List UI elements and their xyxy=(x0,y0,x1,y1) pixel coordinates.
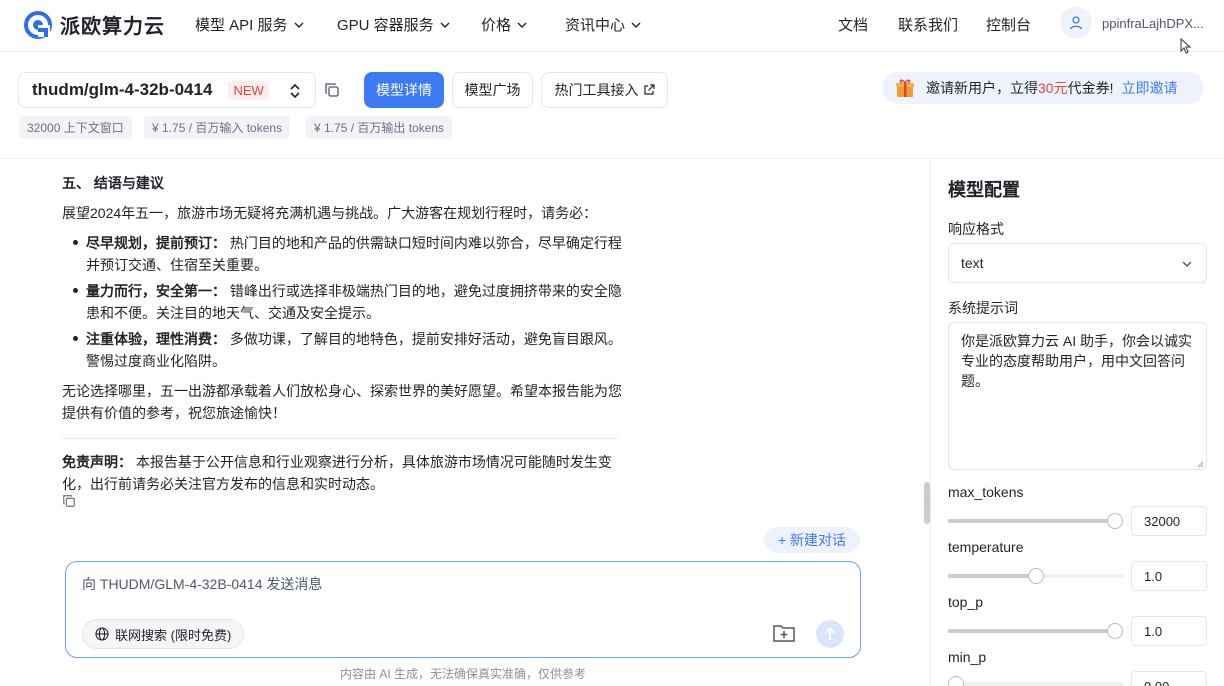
divider xyxy=(62,438,618,439)
model-selector[interactable]: thudm/glm-4-32b-0414 NEW xyxy=(18,72,316,108)
resize-handle-icon[interactable] xyxy=(1197,461,1204,468)
nav-item-label: 资讯中心 xyxy=(565,17,626,34)
slider-thumb[interactable] xyxy=(1027,568,1044,584)
model-detail-button[interactable]: 模型详情 xyxy=(364,72,444,108)
message-paragraph: 展望2024年五一，旅游市场无疑将充满机遇与挑战。广大游客在规划行程时，请务必： xyxy=(62,205,598,221)
copy-icon[interactable] xyxy=(324,82,340,98)
nav-console-link[interactable]: 控制台 xyxy=(986,14,1031,35)
response-format-label: 响应格式 xyxy=(948,221,1004,237)
slider-thumb[interactable] xyxy=(1107,513,1123,529)
panel-title: 模型配置 xyxy=(948,180,1020,200)
top-p-input[interactable]: 1.0 xyxy=(1131,616,1207,646)
brand-name: 派欧算力云 xyxy=(60,16,165,38)
slider-fill xyxy=(948,629,1115,633)
nav-docs-link[interactable]: 文档 xyxy=(838,14,868,35)
min-p-input[interactable]: 0.00 xyxy=(1131,671,1207,686)
min-p-label: min_p xyxy=(948,649,987,665)
slider-fill xyxy=(948,519,1115,523)
model-config-panel: 模型配置 响应格式 text 系统提示词 你是派欧算力云 AI 助手，你会以诚实… xyxy=(930,160,1224,686)
slider-fill xyxy=(948,574,1036,578)
brand-logo[interactable]: 派欧算力云 xyxy=(24,10,165,39)
temperature-input[interactable]: 1.0 xyxy=(1131,561,1207,591)
user-menu[interactable]: ppinfraLajhDPX... xyxy=(1060,7,1204,39)
list-item-title: 尽早规划，提前预订： xyxy=(86,235,226,251)
user-icon xyxy=(1069,16,1083,30)
message-input-box[interactable]: 向 THUDM/GLM-4-32B-0414 发送消息 联网搜索 (限时免费) xyxy=(65,561,861,658)
web-search-toggle[interactable]: 联网搜索 (限时免费) xyxy=(82,619,245,649)
context-window-chip: 32000 上下文窗口 xyxy=(19,116,132,139)
response-format-select[interactable]: text xyxy=(948,243,1207,283)
invite-link[interactable]: 立即邀请 xyxy=(1121,78,1177,98)
top-p-label: top_p xyxy=(948,594,984,610)
globe-icon xyxy=(95,627,109,641)
list-item: 注重体验，理性消费： 多做功课，了解目的地特色，提前安排好活动，避免盲目跟风。警… xyxy=(73,328,622,372)
message-paragraph: 无论选择哪里，五一出游都承载着人们放松身心、探索世界的美好愿望。希望本报告能为您… xyxy=(62,383,622,421)
response-format-value: text xyxy=(961,255,984,271)
nav-item-label: GPU 容器服务 xyxy=(337,17,434,34)
chevron-down-icon xyxy=(631,22,641,28)
top-navigation: 派欧算力云 模型 API 服务 GPU 容器服务 价格 资讯中心 文档 联系我们… xyxy=(0,0,1224,54)
nav-item-label: 模型 API 服务 xyxy=(195,17,288,34)
invite-amount: 30元 xyxy=(1038,80,1068,96)
nav-item-pricing[interactable]: 价格 xyxy=(481,14,527,35)
external-link-icon xyxy=(643,84,655,95)
temperature-label: temperature xyxy=(948,539,1024,555)
list-item-title: 量力而行，安全第一： xyxy=(86,283,226,299)
message-input-placeholder[interactable]: 向 THUDM/GLM-4-32B-0414 发送消息 xyxy=(82,574,322,594)
gift-icon xyxy=(896,79,914,97)
tools-integration-label: 热门工具接入 xyxy=(554,82,639,98)
model-toolbar: thudm/glm-4-32b-0414 NEW 模型详情 模型广场 热门工具接… xyxy=(0,53,1224,159)
ai-disclaimer-footer: 内容由 AI 生成，无法确保真实准确，仅供参考 xyxy=(340,667,587,681)
nav-item-label: 价格 xyxy=(481,17,512,34)
invite-text-suffix: 代金券! xyxy=(1067,80,1114,96)
max-tokens-input[interactable]: 32000 xyxy=(1131,506,1207,536)
logo-icon xyxy=(24,10,52,39)
bullet-list: 尽早规划，提前预订： 热门目的地和产品的供需缺口短时间内难以弥合，尽早确定行程并… xyxy=(62,232,622,372)
nav-item-model-api[interactable]: 模型 API 服务 xyxy=(195,14,304,35)
updown-chevron-icon xyxy=(290,83,300,99)
max-tokens-label: max_tokens xyxy=(948,484,1024,500)
new-badge: NEW xyxy=(228,80,269,100)
copy-message-icon[interactable] xyxy=(62,494,76,508)
nav-item-news[interactable]: 资讯中心 xyxy=(565,14,641,35)
chevron-down-icon xyxy=(517,22,527,28)
avatar xyxy=(1060,7,1092,39)
chevron-down-icon xyxy=(1182,261,1192,267)
model-square-button[interactable]: 模型广场 xyxy=(452,72,533,108)
section-heading: 五、 结语与建议 xyxy=(62,175,164,191)
system-prompt-textarea[interactable]: 你是派欧算力云 AI 助手，你会以诚实专业的态度帮助用户，用中文回答问题。 xyxy=(948,322,1207,470)
arrow-up-icon xyxy=(824,627,836,640)
min-p-slider[interactable] xyxy=(948,676,1123,686)
new-chat-button[interactable]: + 新建对话 xyxy=(764,527,860,553)
disclaimer-text: 本报告基于公开信息和行业观察进行分析，具体旅游市场情况可能随时发生变化，出行前请… xyxy=(62,454,612,492)
model-name: thudm/glm-4-32b-0414 xyxy=(32,80,213,99)
mouse-cursor-icon xyxy=(1180,38,1192,54)
temperature-slider[interactable] xyxy=(948,568,1123,584)
assistant-message: 五、 结语与建议 展望2024年五一，旅游市场无疑将充满机遇与挑战。广大游客在规… xyxy=(62,168,622,495)
input-price-chip: ¥ 1.75 / 百万输入 tokens xyxy=(144,116,291,139)
chevron-down-icon xyxy=(440,22,450,28)
system-prompt-label: 系统提示词 xyxy=(948,300,1018,316)
list-item-title: 注重体验，理性消费： xyxy=(86,331,226,347)
output-price-chip: ¥ 1.75 / 百万输出 tokens xyxy=(306,116,453,139)
nav-item-gpu[interactable]: GPU 容器服务 xyxy=(337,14,450,35)
disclaimer: 免责声明： 本报告基于公开信息和行业观察进行分析，具体旅游市场情况可能随时发生变… xyxy=(62,451,622,495)
disclaimer-title: 免责声明： xyxy=(62,454,132,470)
username: ppinfraLajhDPX... xyxy=(1102,15,1204,31)
invite-text: 邀请新用户，立得 xyxy=(926,80,1038,96)
chevron-down-icon xyxy=(294,22,304,28)
top-p-slider[interactable] xyxy=(948,623,1123,639)
list-item: 尽早规划，提前预订： 热门目的地和产品的供需缺口短时间内难以弥合，尽早确定行程并… xyxy=(73,232,622,276)
tools-integration-button[interactable]: 热门工具接入 xyxy=(541,72,668,108)
send-button[interactable] xyxy=(816,620,844,648)
nav-contact-link[interactable]: 联系我们 xyxy=(898,14,958,35)
invite-banner: 邀请新用户，立得 30元 代金券! 立即邀请 xyxy=(882,72,1204,104)
folder-upload-icon[interactable] xyxy=(772,622,796,644)
web-search-label: 联网搜索 (限时免费) xyxy=(115,627,232,643)
list-item: 量力而行，安全第一： 错峰出行或选择非极端热门目的地，避免过度拥挤带来的安全隐患… xyxy=(73,280,622,324)
slider-thumb[interactable] xyxy=(948,676,964,686)
slider-thumb[interactable] xyxy=(1107,623,1123,639)
max-tokens-slider[interactable] xyxy=(948,513,1123,529)
